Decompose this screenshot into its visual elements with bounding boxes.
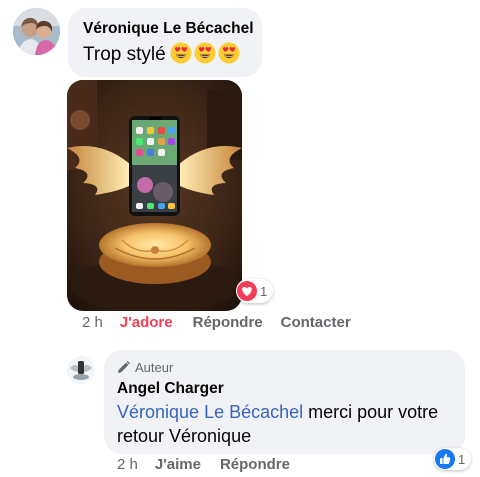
love-reaction-icon: [237, 281, 257, 301]
reply-reaction-badge[interactable]: 1: [434, 448, 472, 470]
reaction-count: 1: [260, 283, 268, 299]
reaction-count: 1: [458, 451, 466, 467]
like-reaction-icon: [435, 449, 455, 469]
reply-actions: 2 h J'aime Répondre: [117, 456, 290, 473]
reply-button[interactable]: Répondre: [193, 314, 263, 331]
comment-photo[interactable]: [67, 80, 242, 311]
heart-eyes-emoji-icon: [218, 42, 240, 64]
reply-text: Véronique Le Bécachel merci pour votre r…: [117, 400, 457, 448]
mention-link[interactable]: Véronique Le Bécachel: [117, 402, 303, 422]
heart-eyes-emoji-icon: [194, 42, 216, 64]
commenter-avatar[interactable]: [13, 8, 60, 55]
comment-timestamp[interactable]: 2 h: [82, 314, 103, 331]
pencil-icon: [118, 361, 130, 373]
comment-actions: 2 h J'adore Répondre Contacter: [82, 314, 351, 331]
page-avatar[interactable]: [67, 356, 95, 384]
reply-author-name[interactable]: Angel Charger: [117, 380, 224, 398]
author-badge-label: Auteur: [135, 360, 174, 375]
contact-button[interactable]: Contacter: [281, 314, 351, 331]
react-button[interactable]: J'adore: [120, 314, 173, 331]
reply-timestamp[interactable]: 2 h: [117, 456, 138, 473]
like-button[interactable]: J'aime: [155, 456, 201, 473]
heart-eyes-emoji-icon: [170, 42, 192, 64]
author-badge: Auteur: [117, 360, 173, 375]
comment-text: Trop stylé: [83, 44, 166, 65]
reply-button[interactable]: Répondre: [220, 456, 290, 473]
emoji-group: [170, 42, 240, 68]
commenter-name[interactable]: Véronique Le Bécachel: [83, 20, 254, 38]
comment-reaction-badge[interactable]: 1: [236, 279, 274, 303]
